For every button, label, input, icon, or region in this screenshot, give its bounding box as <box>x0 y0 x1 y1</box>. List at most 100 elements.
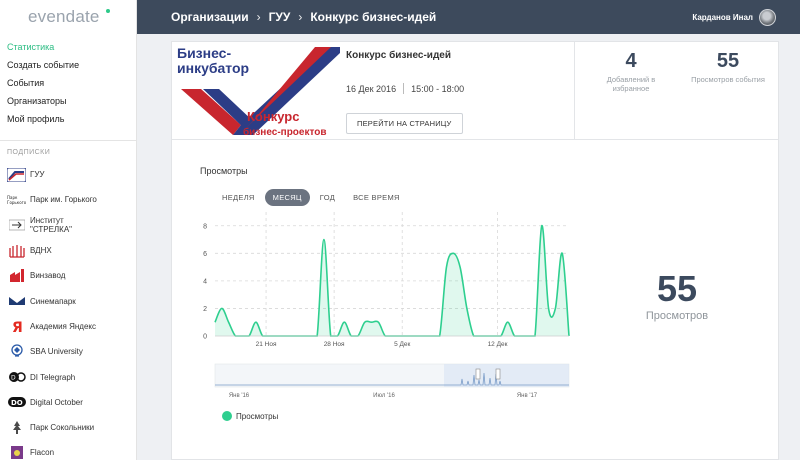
x-tick-label: 28 Ноя <box>324 341 345 348</box>
navigator-label: Июл '16 <box>373 393 395 399</box>
chart-title: Просмотры <box>200 166 248 176</box>
sidebar: evendate Статистика Создать событие Собы… <box>0 0 137 460</box>
section-divider <box>172 139 778 140</box>
tab-year[interactable]: ГОД <box>312 189 343 206</box>
chart-legend[interactable]: Просмотры <box>222 411 278 421</box>
vdnh-logo-icon <box>7 243 26 259</box>
favorites-count: 4 <box>625 50 637 72</box>
views-caption: Просмотров события <box>691 75 765 84</box>
breadcrumb-organization[interactable]: ГУУ <box>269 10 291 24</box>
event-stats: 4 Добавлений в избранное 55 Просмотров с… <box>574 42 780 139</box>
period-tabs: НЕДЕЛЯ МЕСЯЦ ГОД ВСЕ ВРЕМЯ <box>214 189 410 206</box>
subscription-item-digital-october[interactable]: DO Digital October <box>0 390 136 415</box>
favorites-stat: 4 Добавлений в избранное <box>591 50 671 93</box>
subscription-label: Институт "СТРЕЛКА" <box>30 216 72 235</box>
tab-month[interactable]: МЕСЯЦ <box>264 189 310 206</box>
legend-swatch <box>222 411 232 421</box>
subscription-label: Винзавод <box>30 271 66 281</box>
chevron-right-icon: › <box>256 10 261 24</box>
svg-text:Горького: Горького <box>7 200 26 205</box>
strelka-logo-icon <box>7 217 26 233</box>
event-time: 15:00 - 18:00 <box>411 83 465 94</box>
breadcrumb-event: Конкурс бизнес-идей <box>310 10 437 24</box>
subscription-item-flacon[interactable]: Flacon <box>0 440 136 460</box>
svg-text:Я: Я <box>12 320 23 334</box>
yandex-logo-icon: Я <box>7 318 26 334</box>
svg-text:DO: DO <box>11 399 23 407</box>
subscription-label: DI Telegraph <box>30 372 76 382</box>
subscription-label: Digital October <box>30 397 83 407</box>
event-image: Бизнес- инкубатор Конкурс бизнес-проекто… <box>175 45 340 141</box>
event-image-text: инкубатор <box>177 60 250 76</box>
navigator-label: Янв '16 <box>229 393 250 399</box>
views-count: 55 <box>716 50 740 72</box>
avatar[interactable] <box>759 8 776 26</box>
y-tick-label: 0 <box>203 334 207 341</box>
digital-october-logo-icon: DO <box>7 394 26 410</box>
subscriptions-title: ПОДПИСКИ <box>7 149 51 156</box>
subscription-item-sba[interactable]: SBA University <box>0 339 136 364</box>
user-name: Карданов Инал <box>692 12 753 22</box>
brand-name: evendate <box>28 7 100 26</box>
sidebar-divider <box>0 140 136 141</box>
event-statistics-card: Бизнес- инкубатор Конкурс бизнес-проекто… <box>171 41 779 460</box>
y-tick-label: 6 <box>203 251 207 258</box>
total-views: 55 Просмотров <box>612 270 742 323</box>
goto-page-button[interactable]: ПЕРЕЙТИ НА СТРАНИЦУ <box>346 113 463 134</box>
sba-logo-icon <box>7 344 26 360</box>
event-datetime: 16 Дек 2016 15:00 - 18:00 <box>346 83 574 94</box>
subscription-label: Синемапарк <box>30 296 76 306</box>
sokolniki-logo-icon <box>7 420 26 436</box>
subscription-item-strelka[interactable]: Институт "СТРЕЛКА" <box>0 213 136 238</box>
breadcrumb-organizations[interactable]: Организации <box>171 10 249 24</box>
subscription-item-vinzavod[interactable]: Винзавод <box>0 263 136 288</box>
y-tick-label: 2 <box>203 306 207 313</box>
event-info: Конкурс бизнес-идей 16 Дек 2016 15:00 - … <box>346 50 574 134</box>
legend-label: Просмотры <box>236 411 279 421</box>
event-image-text: Бизнес- <box>177 45 232 61</box>
flacon-logo-icon <box>7 445 26 460</box>
subscription-item-vdnh[interactable]: ВДНХ <box>0 238 136 263</box>
subscription-item-gorky-park[interactable]: Парк Горького Парк им. Горького <box>0 187 136 212</box>
total-views-caption: Просмотров <box>645 310 709 322</box>
nav-item-events[interactable]: События <box>0 74 136 92</box>
subscription-item-sokolniki[interactable]: Парк Сокольники <box>0 415 136 440</box>
subscription-label: ГУУ <box>30 170 45 180</box>
x-tick-label: 12 Дек <box>488 341 508 348</box>
views-stat: 55 Просмотров события <box>688 50 768 84</box>
subscription-item-di-telegraph[interactable]: D DI Telegraph <box>0 364 136 389</box>
subscription-label: Парк им. Горького <box>30 195 97 205</box>
vinzavod-logo-icon <box>7 268 26 284</box>
main-nav: Статистика Создать событие События Орган… <box>0 34 136 128</box>
nav-item-statistics[interactable]: Статистика <box>0 38 136 56</box>
navigator-handle-left <box>475 368 481 380</box>
logo-dot <box>106 9 110 13</box>
nav-item-organizers[interactable]: Организаторы <box>0 92 136 110</box>
subscription-label: ВДНХ <box>30 246 52 256</box>
y-tick-label: 8 <box>203 223 207 230</box>
subscription-label: Парк Сокольники <box>30 423 95 433</box>
navigator-handle-right <box>495 368 501 380</box>
tab-week[interactable]: НЕДЕЛЯ <box>214 189 263 206</box>
event-title: Конкурс бизнес-идей <box>346 50 451 61</box>
y-tick-label: 4 <box>203 278 207 285</box>
favorites-caption: Добавлений в избранное <box>606 75 656 93</box>
nav-item-create-event[interactable]: Создать событие <box>0 56 136 74</box>
cinemapark-logo-icon <box>7 293 26 309</box>
subscription-item-guu[interactable]: ГУУ <box>0 162 136 187</box>
subscription-item-cinemapark[interactable]: Синемапарк <box>0 288 136 313</box>
nav-item-profile[interactable]: Мой профиль <box>0 110 136 128</box>
plot-area <box>215 212 569 336</box>
tab-all-time[interactable]: ВСЕ ВРЕМЯ <box>345 189 408 206</box>
views-chart[interactable]: 0 2 4 6 8 21 Ноя 28 Ноя 5 Дек 12 Дек Янв '16 Июл '… <box>194 210 572 400</box>
subscription-item-yandex-academy[interactable]: Я Академия Яндекс <box>0 314 136 339</box>
top-header: Организации › ГУУ › Конкурс бизнес-идей … <box>137 0 800 34</box>
evendate-logo[interactable]: evendate <box>0 0 136 34</box>
x-tick-label: 5 Дек <box>394 341 410 348</box>
breadcrumb: Организации › ГУУ › Конкурс бизнес-идей <box>171 0 436 34</box>
user-menu[interactable]: Карданов Инал <box>692 0 776 34</box>
subscription-label: SBA University <box>30 347 83 357</box>
x-tick-label: 21 Ноя <box>256 341 277 348</box>
subscription-label: Академия Яндекс <box>30 321 97 331</box>
event-image-text: Конкурс <box>247 109 300 124</box>
